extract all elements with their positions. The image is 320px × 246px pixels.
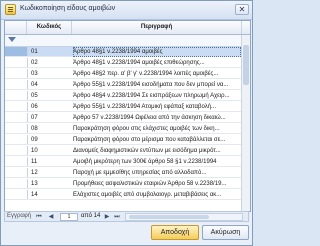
row-selector-header: [5, 21, 27, 34]
row-selector[interactable]: [5, 146, 28, 155]
row-selector[interactable]: [5, 179, 28, 188]
column-header-code[interactable]: Κωδικός: [27, 21, 72, 34]
row-selector[interactable]: [5, 102, 28, 111]
table-row[interactable]: 08 Παρακράτηση φόρου στις ελάχιστες αμοιβ…: [5, 124, 250, 134]
cell-description: Αμοιβή μικρότερη των 300€ άρθρο 58 §1 ν.…: [73, 159, 217, 165]
record-count-text: από 14: [81, 213, 101, 219]
table-row[interactable]: 06 Άρθρο 55§1 ν.2238/1994 Ατομική εφάπαξ …: [5, 102, 250, 112]
record-position-input[interactable]: 1: [60, 213, 78, 221]
navigator-label: Εγγραφή: [7, 213, 32, 219]
grid-header: Κωδικός Περιγραφή: [5, 21, 250, 35]
previous-record-icon[interactable]: ◀: [47, 213, 55, 221]
table-row[interactable]: 13 Προμήθειες ασφαλιστικών εταιριών Άρθρο…: [5, 179, 250, 189]
filter-icon[interactable]: [8, 37, 16, 42]
codes-grid: Κωδικός Περιγραφή 01 Άρθρο 48§1 ν.2238/19…: [4, 20, 251, 212]
dialog-window: Κωδικοποίηση είδους αμοιβών ✕ Κωδικός Πε…: [0, 0, 253, 246]
cell-code: 03: [31, 71, 38, 77]
cell-description: Παρακράτηση φόρου στο μέρισμα που καταβά…: [73, 137, 226, 143]
cell-code: 09: [31, 137, 38, 143]
cell-description: Προμήθειες ασφαλιστικών εταιριών Άρθρο 5…: [73, 181, 227, 187]
horizontal-scrollbar[interactable]: [125, 213, 243, 221]
cancel-button[interactable]: Ακύρωση: [202, 225, 249, 240]
table-row[interactable]: 07 Άρθρο 57 ν.2238/1994 Ωφέλεια από την ά…: [5, 113, 250, 123]
row-selector[interactable]: [5, 47, 28, 56]
row-selector[interactable]: [5, 157, 28, 166]
last-record-icon[interactable]: ⏭: [113, 213, 121, 221]
table-row[interactable]: 02 Άρθρο 48§1 ν.2238/1994 αμοιβές επιθεώρ…: [5, 58, 250, 68]
cell-code: 04: [31, 82, 38, 88]
table-row[interactable]: 09 Παρακράτηση φόρου στο μέρισμα που κατα…: [5, 135, 250, 145]
cell-code: 10: [31, 148, 38, 154]
row-selector[interactable]: [5, 80, 28, 89]
cell-description: Άρθρο 48§4 ν.2238/1994 Σε εισπράξεων πλη…: [73, 93, 230, 99]
table-row[interactable]: 05 Άρθρο 48§4 ν.2238/1994 Σε εισπράξεων π…: [5, 91, 250, 101]
row-selector[interactable]: [5, 69, 28, 78]
cell-description: Άρθρο 48§1 ν.2238/1994 αμοιβές επιθεώρησ…: [73, 60, 205, 66]
column-header-description[interactable]: Περιγραφή: [72, 21, 242, 34]
next-record-icon[interactable]: ▶: [103, 213, 111, 221]
cell-description: Παρακράτηση φόρου στις ελάχιστες αμοιβές…: [73, 126, 220, 132]
cell-code: 07: [31, 115, 38, 121]
table-row[interactable]: 12 Παροχή με εμμεσίθης υπηρεσίας από αλλο…: [5, 168, 250, 178]
cell-code: 12: [31, 170, 38, 176]
row-selector[interactable]: [5, 113, 28, 122]
cell-code: 02: [31, 60, 38, 66]
title-bar[interactable]: Κωδικοποίηση είδους αμοιβών ✕: [1, 1, 252, 20]
close-button[interactable]: ✕: [235, 4, 249, 15]
cell-code: 05: [31, 93, 38, 99]
row-selector[interactable]: [5, 190, 28, 199]
accept-button[interactable]: Αποδοχή: [151, 225, 199, 240]
scroll-thumb[interactable]: [243, 45, 249, 85]
cell-description: Άρθρο 48§2 περ. α' β' γ' ν.2238/1994 λοι…: [73, 71, 219, 77]
table-row[interactable]: 11 Αμοιβή μικρότερη των 300€ άρθρο 58 §1 …: [5, 157, 250, 167]
cell-description: Άρθρο 55§1 ν.2238/1994 εισοδήματα που δε…: [73, 82, 229, 88]
table-row[interactable]: 14 Ελάχιστες αμοιβές από συμβολαιογρ. μετ…: [5, 190, 250, 200]
row-selector[interactable]: [5, 168, 28, 177]
cell-code: 08: [31, 126, 38, 132]
scroll-up-icon[interactable]: [243, 36, 249, 43]
first-record-icon[interactable]: ⏮: [35, 213, 43, 221]
vertical-scrollbar[interactable]: [241, 35, 250, 211]
filter-row[interactable]: [5, 35, 250, 47]
cell-code: 11: [31, 159, 38, 165]
row-selector[interactable]: [5, 91, 28, 100]
cell-code: 06: [31, 104, 38, 110]
cell-description: Παροχή με εμμεσίθης υπηρεσίας από αλλοδα…: [73, 170, 207, 176]
cell-code: 13: [31, 181, 38, 187]
record-navigator: Εγγραφή ⏮ ◀ 1 από 14 ▶ ⏭: [4, 211, 249, 222]
cell-description: Ελάχιστες αμοιβές από συμβολαιογρ. μεταβ…: [73, 192, 222, 198]
window-title: Κωδικοποίηση είδους αμοιβών: [20, 5, 116, 12]
scroll-down-icon[interactable]: [243, 203, 249, 210]
row-selector[interactable]: [5, 135, 28, 144]
table-row[interactable]: 04 Άρθρο 55§1 ν.2238/1994 εισοδήματα που …: [5, 80, 250, 90]
cell-description: Άρθρο 55§1 ν.2238/1994 Ατομική εφάπαξ κα…: [73, 104, 217, 110]
table-row[interactable]: 03 Άρθρο 48§2 περ. α' β' γ' ν.2238/1994 λ…: [5, 69, 250, 79]
row-selector[interactable]: [5, 58, 28, 67]
cell-description: Άρθρο 57 ν.2238/1994 Ωφέλεια από την άσκ…: [73, 115, 226, 121]
cell-description: Άρθρο 48§1 ν.2238/1994 αμοιβές: [73, 47, 241, 57]
cell-code: 01: [31, 49, 38, 55]
cell-code: 14: [31, 192, 38, 198]
table-row[interactable]: 10 Διανομείς διαφημιστικών εντύπων με εισ…: [5, 146, 250, 156]
table-row[interactable]: 01 Άρθρο 48§1 ν.2238/1994 αμοιβές: [5, 47, 250, 57]
horizontal-scroll-thumb[interactable]: [129, 215, 209, 219]
list-app-icon: [5, 4, 16, 15]
close-icon: ✕: [238, 5, 246, 14]
row-selector[interactable]: [5, 124, 28, 133]
cell-description: Διανομείς διαφημιστικών εντύπων με εισόδ…: [73, 148, 221, 154]
